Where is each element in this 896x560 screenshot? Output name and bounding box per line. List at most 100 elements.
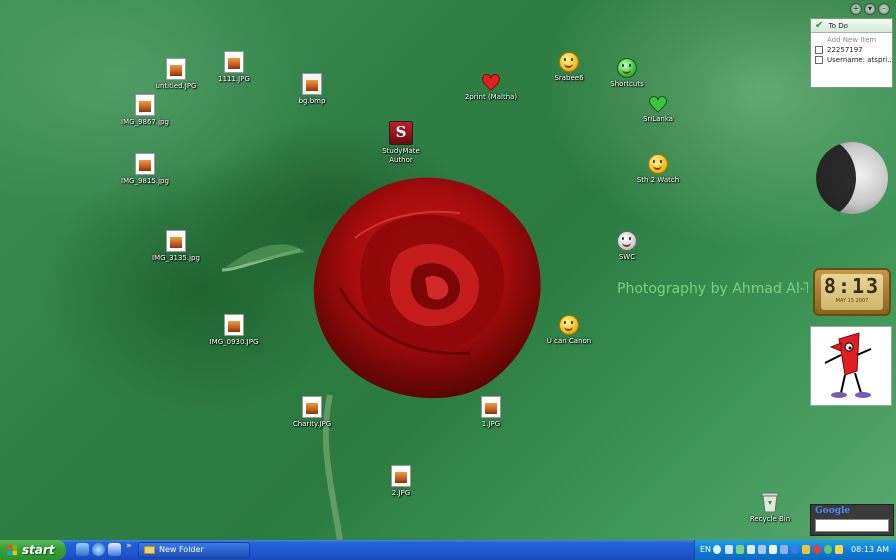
- system-tray: EN 08:13 AM: [694, 540, 896, 560]
- icon-label: Shortcuts: [610, 80, 644, 88]
- icon-u-can-canon[interactable]: U can Canon: [526, 315, 612, 346]
- rose-flower: [313, 177, 541, 399]
- sidebar-gadgets: + ▾ – ✔ To Do Add New Item 22257197 User…: [808, 0, 896, 540]
- animated-mascot-gadget: [810, 326, 892, 406]
- clock-face: 8:13 MAY 15 2007: [821, 274, 883, 310]
- jpg-file-icon: [224, 51, 244, 73]
- show-desktop-icon[interactable]: [76, 543, 89, 556]
- icon-label: IMG_9815.jpg: [121, 177, 169, 185]
- internet-explorer-icon[interactable]: [92, 543, 105, 556]
- icon-1111-jpg[interactable]: 1111.JPG: [191, 51, 277, 84]
- icon-img-3135[interactable]: IMG_3135.jpg: [133, 230, 219, 263]
- icon-label: 2print (Maltha): [464, 93, 518, 101]
- quick-launch-overflow-icon[interactable]: »: [126, 541, 132, 551]
- icon-charity-jpg[interactable]: Charity.JPG: [269, 396, 355, 429]
- checkbox[interactable]: [815, 56, 823, 64]
- security-icon[interactable]: [736, 545, 744, 554]
- todo-header: ✔ To Do: [811, 19, 892, 33]
- update-icon[interactable]: [835, 545, 843, 554]
- green-heart-icon: [648, 95, 668, 113]
- icon-1-jpg[interactable]: 1.JPG: [448, 396, 534, 429]
- sidebar-minimize-icon[interactable]: –: [878, 3, 890, 15]
- icon-swc[interactable]: SWC: [584, 231, 670, 262]
- icon-label: IMG_0930.JPG: [209, 338, 259, 346]
- start-button[interactable]: start: [0, 540, 66, 560]
- clock-date: MAY 15 2007: [835, 298, 869, 304]
- smiley-icon: [559, 315, 579, 335]
- taskbar: start » New Folder EN 08:13 AM: [0, 540, 896, 560]
- todo-add-input[interactable]: Add New Item: [811, 33, 892, 44]
- studymate-app-icon: S: [389, 121, 413, 145]
- icon-2-jpg[interactable]: 2.JPG: [358, 465, 444, 498]
- jpg-file-icon: [135, 153, 155, 175]
- icon-srilanka[interactable]: SriLanka: [615, 95, 701, 124]
- icon-shortcuts[interactable]: Shortcuts: [584, 58, 670, 89]
- icon-recycle-bin[interactable]: Recycle Bin: [727, 491, 813, 524]
- icon-bg-bmp[interactable]: bg.bmp: [269, 73, 355, 106]
- google-search-input[interactable]: [815, 519, 889, 532]
- icon-label: Sth 2 Watch: [636, 176, 680, 184]
- icon-img-0930[interactable]: IMG_0930.JPG: [191, 314, 277, 347]
- windows-logo-icon: [7, 545, 17, 555]
- icon-label: SWC: [618, 253, 636, 261]
- icon-img-9867[interactable]: IMG_9867.jpg: [102, 94, 188, 127]
- volume-icon[interactable]: [747, 545, 755, 554]
- clock-gadget: 8:13 MAY 15 2007: [813, 268, 891, 316]
- folder-icon: [144, 546, 155, 554]
- todo-item[interactable]: Username: atspri...: [811, 54, 892, 64]
- media-player-icon[interactable]: [108, 543, 121, 556]
- taskbar-item-new-folder[interactable]: New Folder: [138, 542, 250, 558]
- language-indicator[interactable]: EN: [700, 540, 711, 560]
- todo-item-label: 22257197: [827, 46, 863, 54]
- add-gadget-icon[interactable]: +: [850, 3, 862, 15]
- google-search-gadget: Google: [810, 504, 894, 536]
- network-icon[interactable]: [725, 545, 733, 554]
- jpg-file-icon: [391, 465, 411, 487]
- desktop: untitled.JPG 1111.JPG IMG_9867.jpg IMG_9…: [0, 0, 896, 540]
- jpg-file-icon: [166, 58, 186, 80]
- bluetooth-icon[interactable]: [791, 545, 799, 554]
- icon-sth-2-watch[interactable]: Sth 2 Watch: [615, 154, 701, 185]
- todo-title: To Do: [828, 22, 848, 30]
- smiley-icon: [648, 154, 668, 174]
- todo-item[interactable]: 22257197: [811, 44, 892, 54]
- battery-icon[interactable]: [780, 545, 788, 554]
- green-smiley-icon: [617, 58, 637, 78]
- icon-label: IMG_9867.jpg: [121, 118, 169, 126]
- icon-label: IMG_3135.jpg: [152, 254, 200, 262]
- clock-time: 8:13: [823, 274, 881, 298]
- sidebar-nav-icon[interactable]: ▾: [864, 3, 876, 15]
- checkmark-icon: ✔: [815, 20, 824, 31]
- mascot-figure: [824, 332, 872, 398]
- taskbar-item-label: New Folder: [159, 545, 204, 554]
- bmp-file-icon: [302, 73, 322, 95]
- icon-label: Charity.JPG: [292, 420, 332, 428]
- icon-studymate-author[interactable]: S StudyMate Author: [358, 121, 444, 165]
- shield-icon[interactable]: [802, 545, 810, 554]
- icon-label: 1111.JPG: [218, 75, 250, 83]
- jpg-file-icon: [481, 396, 501, 418]
- recycle-bin-icon: [760, 491, 780, 513]
- google-logo: Google: [815, 506, 851, 516]
- grey-smiley-icon: [617, 231, 637, 251]
- monitor-icon[interactable]: [758, 545, 766, 554]
- todo-gadget: ✔ To Do Add New Item 22257197 Username: …: [810, 18, 893, 88]
- icon-label: 1.JPG: [481, 420, 501, 428]
- studymate-letter: S: [395, 123, 407, 141]
- icon-2print-maltha[interactable]: 2print (Maltha): [448, 73, 534, 102]
- icon-img-9815[interactable]: IMG_9815.jpg: [102, 153, 188, 186]
- checkbox[interactable]: [815, 46, 823, 54]
- messenger-icon[interactable]: [824, 545, 832, 554]
- icon-label: 2.JPG: [391, 489, 411, 497]
- jpg-file-icon: [302, 396, 322, 418]
- icon-label: SriLanka: [642, 115, 674, 123]
- tray-app-icon[interactable]: [769, 545, 777, 554]
- smiley-icon: [559, 52, 579, 72]
- jpg-file-icon: [166, 230, 186, 252]
- tray-expand-icon[interactable]: [713, 545, 721, 554]
- icon-label: U can Canon: [546, 337, 592, 345]
- antivirus-icon[interactable]: [813, 545, 821, 554]
- moon-phase-gadget: [816, 142, 888, 214]
- tray-clock[interactable]: 08:13 AM: [851, 540, 889, 560]
- todo-item-label: Username: atspri...: [827, 56, 892, 64]
